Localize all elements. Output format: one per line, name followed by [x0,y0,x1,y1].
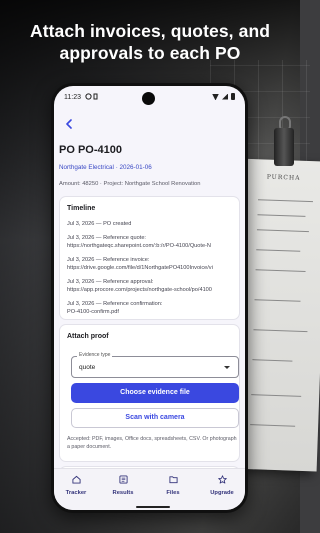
document-line [256,249,301,252]
timeline-entry[interactable]: Jul 3, 2026 — Reference quote: https://n… [67,235,239,250]
timeline-entry-link[interactable]: PO-4100-confirm.pdf [67,309,239,317]
vendor-date-link[interactable]: Northgate Electrical · 2026-01-06 [59,164,152,171]
back-arrow-icon[interactable] [63,118,75,130]
page-title: PO PO-4100 [59,144,122,156]
evidence-type-label: Evidence type [77,352,113,358]
accepted-formats-hint: Accepted: PDF, images, Office docs, spre… [67,436,237,450]
background-document-heading: PURCHA [266,173,301,182]
phone-screen: 11:23 PO PO-4100 Northgate Electrical · … [54,86,245,510]
status-time: 11:23 [64,94,81,101]
timeline-entry-text: Jul 3, 2026 — PO created [67,221,132,227]
nav-results[interactable]: Results [103,475,143,496]
attach-proof-title: Attach proof [67,333,109,340]
nav-files[interactable]: Files [153,475,193,496]
timeline-entry-link[interactable]: https://drive.google.com/file/d/1Northga… [67,265,239,273]
nav-tracker-label: Tracker [65,490,87,496]
document-line [255,269,306,272]
nav-upgrade-label: Upgrade [210,490,234,496]
headline-line-2: approvals to each PO [59,43,241,63]
evidence-type-value: quote [79,364,96,371]
choose-evidence-file-button[interactable]: Choose evidence file [71,383,239,403]
timeline-entry-text: Jul 3, 2026 — Reference confirmation: [67,301,163,307]
nav-upgrade[interactable]: Upgrade [202,475,242,496]
timeline-entry-text: Jul 3, 2026 — Reference invoice: [67,257,150,263]
gesture-bar[interactable] [136,506,170,508]
timeline-entry[interactable]: Jul 3, 2026 — Reference confirmation: PO… [67,301,239,316]
timeline-entry-text: Jul 3, 2026 — Reference quote: [67,235,146,241]
document-line [252,359,293,362]
dropdown-arrow-icon [224,366,230,369]
document-line [254,299,301,302]
evidence-type-select[interactable]: Evidence type quote [71,352,239,378]
scan-with-camera-button[interactable]: Scan with camera [71,408,239,428]
timeline-card: Timeline Jul 3, 2026 — PO created Jul 3,… [59,196,240,320]
home-icon [71,475,81,484]
headline-line-1: Attach invoices, quotes, and [29,21,271,41]
folder-icon [168,476,178,484]
signal-icon [222,93,228,100]
nav-tracker[interactable]: Tracker [56,475,96,496]
document-line [250,424,296,427]
status-left-icons [85,93,99,102]
battery-icon [231,93,235,100]
document-line [257,214,306,217]
sync-icon [85,93,98,100]
document-line [253,329,308,333]
timeline-entry-link[interactable]: https://northgateqc.sharepoint.com/:b:/r… [67,243,239,251]
list-icon [118,475,128,484]
document-line [257,199,313,203]
clipboard-clip [274,128,294,166]
status-right-icons [212,93,235,100]
timeline-entry: Jul 3, 2026 — PO created [67,221,239,229]
timeline-entry-link[interactable]: https://app.procore.com/projects/northga… [67,287,239,295]
timeline-entry[interactable]: Jul 3, 2026 — Reference invoice: https:/… [67,257,239,272]
marketing-headline: Attach invoices, quotes, and approvals t… [0,20,300,64]
timeline-entry-text: Jul 3, 2026 — Reference approval: [67,279,154,285]
timeline-entry[interactable]: Jul 3, 2026 — Reference approval: https:… [67,279,239,294]
timeline-title: Timeline [67,205,96,212]
bottom-navigation: Tracker Results Files Upgrade [54,468,245,510]
status-bar: 11:23 [54,86,245,108]
nav-results-label: Results [112,490,134,496]
app-bar [54,108,245,138]
front-camera [142,92,155,105]
nav-files-label: Files [166,490,180,496]
document-line [256,229,309,233]
po-meta: Amount: 48250 · Project: Northgate Schoo… [59,181,201,187]
wifi-icon [212,94,219,100]
star-icon [217,475,227,484]
attach-proof-card: Attach proof Evidence type quote Choose … [59,324,240,462]
document-line [251,394,302,397]
